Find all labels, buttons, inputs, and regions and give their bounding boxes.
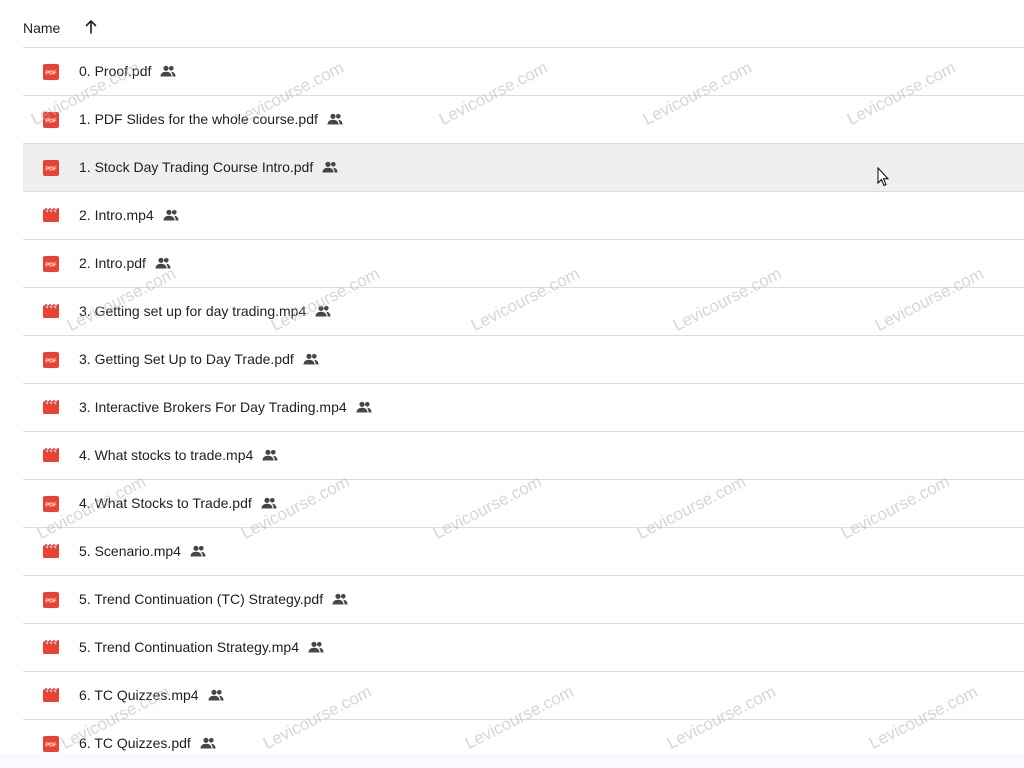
svg-text:PDF: PDF: [46, 743, 58, 749]
pdf-file-icon: PDF: [43, 352, 59, 368]
file-name-label: 5. Trend Continuation Strategy.mp4: [79, 639, 299, 655]
file-name-label: 0. Proof.pdf: [79, 63, 152, 79]
file-row[interactable]: PDF 1. Stock Day Trading Course Intro.pdf: [23, 144, 1024, 192]
file-name-label: 3. Interactive Brokers For Day Trading.m…: [79, 399, 347, 415]
shared-people-icon: [303, 353, 319, 365]
mouse-cursor-icon: [877, 167, 889, 187]
video-file-icon: [43, 208, 59, 222]
file-name-label: 6. TC Quizzes.pdf: [79, 735, 191, 751]
file-name[interactable]: 5. Scenario.mp4: [79, 543, 206, 559]
svg-text:PDF: PDF: [46, 167, 58, 173]
svg-text:PDF: PDF: [46, 599, 58, 605]
file-row[interactable]: PDF 2. Intro.pdf: [23, 240, 1024, 288]
file-name-label: 5. Scenario.mp4: [79, 543, 181, 559]
file-name[interactable]: 6. TC Quizzes.mp4: [79, 687, 224, 703]
file-name[interactable]: 0. Proof.pdf: [79, 63, 176, 79]
pdf-file-icon: PDF: [43, 256, 59, 272]
video-file-icon: [43, 448, 59, 462]
shared-people-icon: [208, 689, 224, 701]
file-name-label: 1. PDF Slides for the whole course.pdf: [79, 111, 318, 127]
file-name-label: 2. Intro.mp4: [79, 207, 154, 223]
video-file-icon: [43, 640, 59, 654]
file-name[interactable]: 1. Stock Day Trading Course Intro.pdf: [79, 159, 338, 175]
shared-people-icon: [327, 113, 343, 125]
file-name-label: 4. What stocks to trade.mp4: [79, 447, 254, 463]
file-name-label: 5. Trend Continuation (TC) Strategy.pdf: [79, 591, 324, 607]
file-name[interactable]: 4. What Stocks to Trade.pdf: [79, 495, 277, 511]
file-row[interactable]: 5. Scenario.mp4: [23, 528, 1024, 576]
shared-people-icon: [315, 305, 331, 317]
file-name-label: 2. Intro.pdf: [79, 255, 146, 271]
file-row[interactable]: 3. Getting set up for day trading.mp4: [23, 288, 1024, 336]
video-file-icon: [43, 688, 59, 702]
svg-text:PDF: PDF: [46, 503, 58, 509]
svg-text:PDF: PDF: [46, 359, 58, 365]
file-row[interactable]: PDF 5. Trend Continuation (TC) Strategy.p…: [23, 576, 1024, 624]
video-file-icon: [43, 304, 59, 318]
shared-people-icon: [308, 641, 324, 653]
name-column-sort-header[interactable]: Name: [23, 20, 60, 36]
video-file-icon: [43, 544, 59, 558]
shared-people-icon: [163, 209, 179, 221]
pdf-file-icon: PDF: [43, 64, 59, 80]
file-name[interactable]: 3. Getting Set Up to Day Trade.pdf: [79, 351, 319, 367]
file-row[interactable]: PDF 4. What Stocks to Trade.pdf: [23, 480, 1024, 528]
svg-text:PDF: PDF: [46, 263, 58, 269]
file-row[interactable]: 5. Trend Continuation Strategy.mp4: [23, 624, 1024, 672]
file-row[interactable]: 6. TC Quizzes.mp4: [23, 672, 1024, 720]
file-name[interactable]: 4. What stocks to trade.mp4: [79, 447, 278, 463]
pdf-file-icon: PDF: [43, 736, 59, 752]
file-list: PDF 0. Proof.pdf PDF 1. PDF Slides for the …: [23, 48, 1024, 768]
arrow-up-icon[interactable]: [83, 19, 99, 35]
file-name-label: 1. Stock Day Trading Course Intro.pdf: [79, 159, 314, 175]
file-row[interactable]: PDF 0. Proof.pdf: [23, 48, 1024, 96]
file-row[interactable]: PDF 1. PDF Slides for the whole course.pd…: [23, 96, 1024, 144]
shared-people-icon: [356, 401, 372, 413]
pdf-file-icon: PDF: [43, 160, 59, 176]
column-header: Name: [23, 0, 1024, 48]
shared-people-icon: [200, 737, 216, 749]
svg-text:PDF: PDF: [46, 119, 58, 125]
pdf-file-icon: PDF: [43, 496, 59, 512]
file-name[interactable]: 5. Trend Continuation Strategy.mp4: [79, 639, 324, 655]
video-file-icon: [43, 400, 59, 414]
file-name[interactable]: 3. Getting set up for day trading.mp4: [79, 303, 331, 319]
file-name[interactable]: 6. TC Quizzes.pdf: [79, 735, 216, 751]
file-name[interactable]: 2. Intro.pdf: [79, 255, 171, 271]
file-row[interactable]: 4. What stocks to trade.mp4: [23, 432, 1024, 480]
shared-people-icon: [262, 449, 278, 461]
file-name[interactable]: 3. Interactive Brokers For Day Trading.m…: [79, 399, 372, 415]
file-name-label: 3. Getting Set Up to Day Trade.pdf: [79, 351, 294, 367]
file-name-label: 6. TC Quizzes.mp4: [79, 687, 199, 703]
file-name-label: 4. What Stocks to Trade.pdf: [79, 495, 252, 511]
file-name[interactable]: 1. PDF Slides for the whole course.pdf: [79, 111, 343, 127]
shared-people-icon: [190, 545, 206, 557]
svg-text:PDF: PDF: [46, 71, 58, 77]
shared-people-icon: [261, 497, 277, 509]
shared-people-icon: [332, 593, 348, 605]
shared-people-icon: [155, 257, 171, 269]
shared-people-icon: [160, 65, 176, 77]
pdf-file-icon: PDF: [43, 592, 59, 608]
file-name-label: 3. Getting set up for day trading.mp4: [79, 303, 307, 319]
bottom-strip: [0, 754, 1024, 768]
shared-people-icon: [322, 161, 338, 173]
file-name[interactable]: 5. Trend Continuation (TC) Strategy.pdf: [79, 591, 348, 607]
file-row[interactable]: PDF 3. Getting Set Up to Day Trade.pdf: [23, 336, 1024, 384]
file-row[interactable]: 2. Intro.mp4: [23, 192, 1024, 240]
pdf-file-icon: PDF: [43, 112, 59, 128]
file-row[interactable]: 3. Interactive Brokers For Day Trading.m…: [23, 384, 1024, 432]
file-name[interactable]: 2. Intro.mp4: [79, 207, 179, 223]
